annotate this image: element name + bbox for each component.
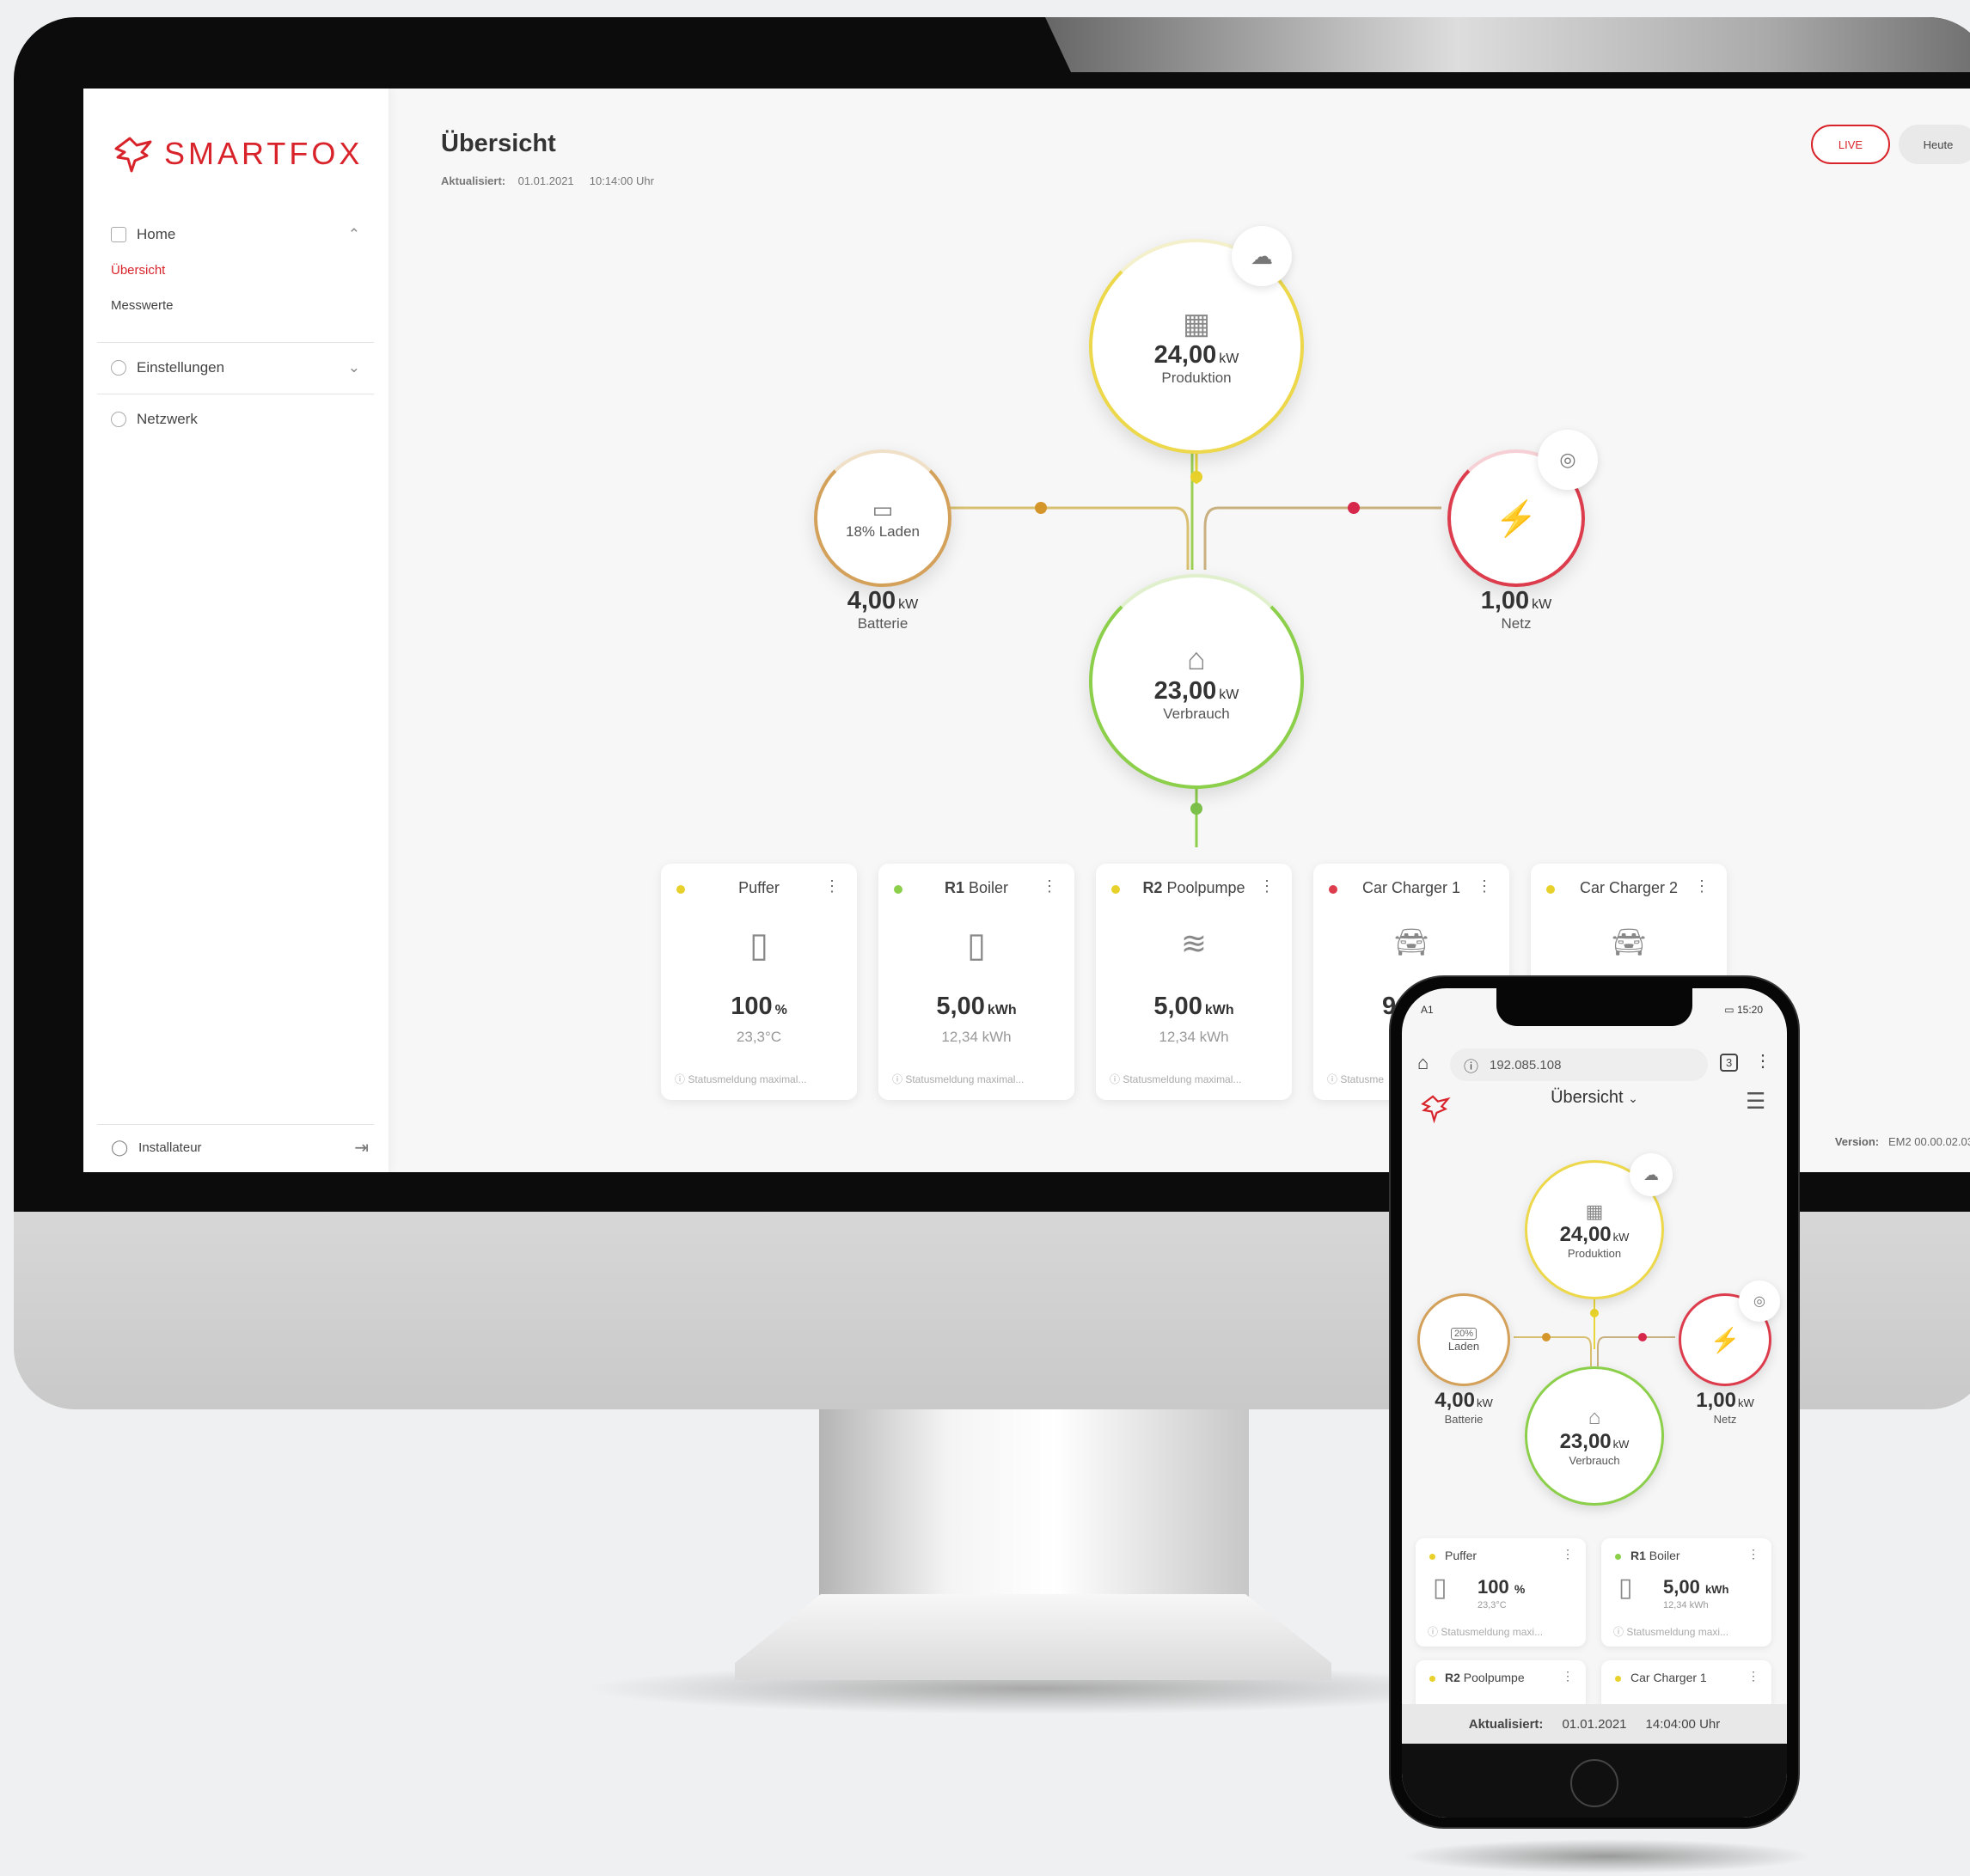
more-menu-icon[interactable]: ⋮ bbox=[1259, 877, 1275, 895]
battery-label: Batterie bbox=[857, 615, 909, 632]
battery-icon: ▭ bbox=[872, 496, 894, 522]
production-number: 24,00 bbox=[1153, 340, 1217, 369]
production-label: Produktion bbox=[1567, 1246, 1622, 1260]
tank-icon: ▯ bbox=[1433, 1574, 1447, 1602]
house-icon: ⌂ bbox=[1588, 1405, 1601, 1429]
status-dot bbox=[1615, 1676, 1621, 1682]
more-menu-icon[interactable]: ⋮ bbox=[1562, 1547, 1574, 1561]
device-value: 100 bbox=[731, 993, 773, 1020]
bezel-glare bbox=[1045, 17, 1970, 72]
device-value: 5,00 bbox=[936, 993, 985, 1020]
more-menu-icon[interactable]: ⋮ bbox=[1477, 877, 1492, 895]
device-unit: kWh bbox=[1204, 1003, 1234, 1017]
production-value: 24,00 kW bbox=[1154, 341, 1239, 370]
device-status: ⓘ Statusmeldung maximal... bbox=[675, 1073, 807, 1085]
status-dot bbox=[1429, 1554, 1435, 1560]
battery-node[interactable]: ▭ 18% Laden bbox=[814, 449, 951, 587]
mobile-updated-bar: Aktualisiert: 01.01.2021 14:04:00 Uhr bbox=[1402, 1704, 1787, 1744]
consumption-number: 23,00 bbox=[1153, 676, 1217, 705]
grid-readout: 1,00 kW Netz bbox=[1413, 587, 1619, 632]
weather-icon: ☁ bbox=[1643, 1165, 1659, 1183]
more-menu-icon[interactable]: ⋮ bbox=[1042, 877, 1057, 895]
coins-icon: ◎ bbox=[1753, 1294, 1765, 1309]
battery-unit: kW bbox=[898, 597, 919, 612]
consumption-node[interactable]: ⌂ 23,00 kW Verbrauch bbox=[1089, 574, 1304, 789]
car-icon: 🚘︎ bbox=[1393, 926, 1429, 957]
device-name: Puffer bbox=[1445, 1549, 1478, 1562]
boiler-icon: ▯ bbox=[966, 926, 987, 964]
status-dot bbox=[1429, 1676, 1435, 1682]
grid-tariff-badge[interactable]: ◎ bbox=[1538, 430, 1598, 490]
device-card-r2-poolpumpe[interactable]: R2 Poolpumpe ⋮ ≋ 5,00 kWh 12,34 kWh ⓘ Sta… bbox=[1096, 864, 1292, 1100]
solar-panel-icon: ▦ bbox=[1585, 1200, 1604, 1222]
mobile-battery-readout: 4,00 kW Batterie bbox=[1435, 1389, 1493, 1426]
updated-time: 14:04:00 Uhr bbox=[1645, 1716, 1721, 1732]
device-value: 5,00 bbox=[1153, 993, 1202, 1020]
pool-icon: ≋ bbox=[1180, 926, 1208, 961]
house-icon: ⌂ bbox=[1187, 640, 1206, 676]
more-menu-icon[interactable]: ⋮ bbox=[824, 877, 840, 895]
updated-label: Aktualisiert: bbox=[1468, 1716, 1544, 1732]
device-unit: kWh bbox=[987, 1003, 1017, 1017]
grid-number: 1,00 bbox=[1480, 587, 1530, 614]
monitor-stand bbox=[819, 1409, 1249, 1598]
phone-shadow bbox=[1401, 1839, 1814, 1873]
mobile-app: A1 ▭ 15:20 ⌂ ⓘ 192.085.108 3 ⋮ Übersicht… bbox=[1402, 988, 1787, 1818]
phone-home-area bbox=[1402, 1744, 1787, 1818]
more-menu-icon[interactable]: ⋮ bbox=[1562, 1669, 1574, 1684]
mobile-consumption-node[interactable]: ⌂ 23,00 kW Verbrauch bbox=[1525, 1366, 1664, 1506]
more-menu-icon[interactable]: ⋮ bbox=[1747, 1547, 1759, 1561]
tank-icon: ▯ bbox=[749, 926, 769, 964]
home-button[interactable] bbox=[1570, 1759, 1618, 1807]
device-unit: % bbox=[774, 1003, 787, 1017]
grid-tariff-badge[interactable]: ◎ bbox=[1739, 1280, 1780, 1322]
mobile-card-puffer[interactable]: Puffer ⋮ ▯ 100 % 23,3°C ⓘ Statusmeldung … bbox=[1416, 1538, 1586, 1647]
boiler-icon: ▯ bbox=[1618, 1574, 1633, 1602]
device-name: Puffer bbox=[738, 879, 780, 896]
device-status: ⓘ Statusmeldung maxi... bbox=[1613, 1626, 1729, 1638]
production-unit: kW bbox=[1219, 351, 1239, 366]
production-label: Produktion bbox=[1161, 369, 1232, 386]
updated-date: 01.01.2021 bbox=[1562, 1716, 1627, 1732]
device-card-r1-boiler[interactable]: R1 Boiler ⋮ ▯ 5,00 kWh 12,34 kWh ⓘ Status… bbox=[878, 864, 1074, 1100]
battery-icon: 20% bbox=[1450, 1327, 1478, 1340]
car-icon: 🚘︎ bbox=[1611, 926, 1647, 957]
weather-icon: ☁ bbox=[1251, 242, 1273, 269]
device-name: Boiler bbox=[969, 879, 1009, 896]
mobile-grid-readout: 1,00 kW Netz bbox=[1696, 1389, 1754, 1426]
device-name: Car Charger 1 bbox=[1361, 879, 1461, 896]
device-sub: 23,3°C bbox=[736, 1029, 782, 1045]
more-menu-icon[interactable]: ⋮ bbox=[1747, 1669, 1759, 1684]
grid-unit: kW bbox=[1532, 597, 1552, 612]
mobile-battery-node[interactable]: 20% Laden bbox=[1417, 1293, 1510, 1386]
device-status: ⓘ Statusmeldung maximal... bbox=[1110, 1073, 1242, 1085]
device-card-puffer[interactable]: Puffer ⋮ ▯ 100% 23,3°C ⓘ Statusmeldung m… bbox=[661, 864, 857, 1100]
device-status: ⓘ Statusmeldung maximal... bbox=[892, 1073, 1025, 1085]
status-dot bbox=[1615, 1554, 1621, 1560]
power-pylon-icon: ⚡ bbox=[1495, 499, 1538, 538]
version-info: Version: EM2 00.00.02.03 bbox=[1835, 1135, 1970, 1148]
solar-panel-icon: ▦ bbox=[1182, 307, 1211, 340]
consumption-label: Verbrauch bbox=[1163, 705, 1230, 722]
power-pylon-icon: ⚡ bbox=[1710, 1326, 1741, 1354]
mobile-card-r1-boiler[interactable]: R1 Boiler ⋮ ▯ 5,00 kWh 12,34 kWh ⓘ Statu… bbox=[1601, 1538, 1771, 1647]
device-name: Poolpumpe bbox=[1166, 879, 1245, 896]
more-menu-icon[interactable]: ⋮ bbox=[1694, 877, 1710, 895]
battery-state: Laden bbox=[1447, 1339, 1480, 1353]
device-name: Car Charger 2 bbox=[1579, 879, 1679, 896]
weather-badge[interactable]: ☁ bbox=[1630, 1153, 1673, 1196]
battery-number: 4,00 bbox=[847, 587, 896, 614]
version-value: EM2 00.00.02.03 bbox=[1887, 1135, 1970, 1148]
consumption-unit: kW bbox=[1219, 687, 1239, 702]
grid-label: Netz bbox=[1501, 615, 1532, 632]
weather-badge[interactable]: ☁ bbox=[1232, 226, 1292, 286]
coins-icon: ◎ bbox=[1559, 449, 1576, 470]
phone: A1 ▭ 15:20 ⌂ ⓘ 192.085.108 3 ⋮ Übersicht… bbox=[1389, 975, 1800, 1829]
version-label: Version: bbox=[1834, 1135, 1880, 1148]
battery-state: 18% Laden bbox=[845, 522, 921, 540]
device-sub: 12,34 kWh bbox=[941, 1029, 1012, 1045]
device-sub: 12,34 kWh bbox=[1159, 1029, 1229, 1045]
device-status: ⓘ Statusmeldung maxi... bbox=[1428, 1626, 1544, 1638]
battery-readout: 4,00 kW Batterie bbox=[780, 587, 986, 632]
